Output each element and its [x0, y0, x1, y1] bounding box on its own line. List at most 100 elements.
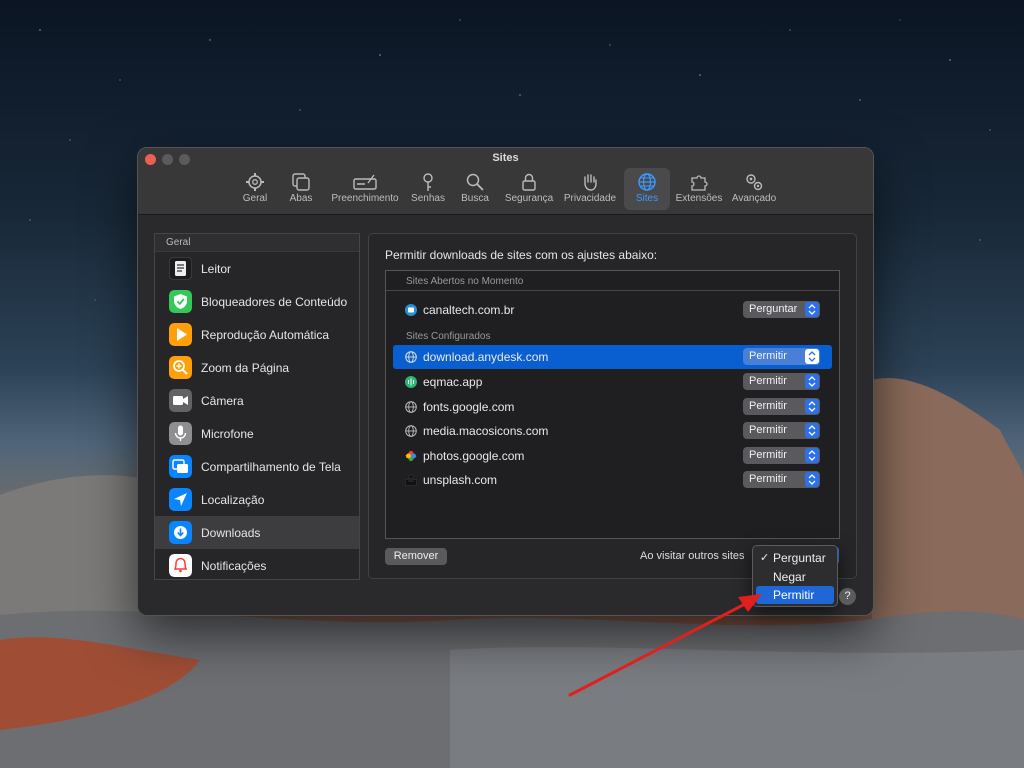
- help-button[interactable]: ?: [839, 588, 856, 605]
- site-permission-popup[interactable]: Permitir: [743, 422, 820, 439]
- tab-label: Geral: [242, 193, 268, 204]
- sidebar-item-zoom[interactable]: Zoom da Página: [155, 351, 359, 384]
- hand-icon: [584, 174, 597, 191]
- screen-share-icon: [169, 455, 192, 478]
- tab-label: Abas: [289, 193, 313, 204]
- popup-value: Permitir: [749, 350, 787, 362]
- section-open-sites-label: Sites Abertos no Momento: [406, 276, 524, 287]
- site-row-photos-google[interactable]: photos.google.com Permitir: [393, 444, 832, 468]
- menu-item-permitir[interactable]: Permitir: [756, 586, 834, 604]
- tab-abas[interactable]: Abas: [282, 168, 320, 210]
- tab-busca[interactable]: Busca: [456, 168, 494, 210]
- reader-icon: [169, 257, 192, 280]
- sidebar-item-camera[interactable]: Câmera: [155, 384, 359, 417]
- sidebar-item-leitor[interactable]: Leitor: [155, 252, 359, 285]
- sidebar-item-label: Zoom da Página: [201, 361, 290, 375]
- chevron-updown-icon: [805, 423, 819, 438]
- tab-label: Preenchimento: [331, 193, 399, 204]
- site-permission-popup[interactable]: Permitir: [743, 447, 820, 464]
- site-name: canaltech.com.br: [423, 303, 515, 317]
- site-permission-popup[interactable]: Permitir: [743, 348, 820, 365]
- site-name: fonts.google.com: [423, 400, 515, 414]
- site-permission-popup[interactable]: Perguntar: [743, 301, 820, 318]
- tab-seguranca[interactable]: Segurança: [502, 168, 556, 210]
- site-row-macosicons[interactable]: media.macosicons.com Permitir: [393, 419, 832, 443]
- chevron-updown-icon: [805, 448, 819, 463]
- tabs-icon: [292, 173, 310, 191]
- popup-value: Permitir: [749, 375, 787, 387]
- site-permission-popup[interactable]: Permitir: [743, 373, 820, 390]
- panel-heading: Permitir downloads de sites com os ajust…: [385, 248, 658, 262]
- sidebar-item-microfone[interactable]: Microfone: [155, 417, 359, 450]
- site-row-fonts-google[interactable]: fonts.google.com Permitir: [393, 395, 832, 419]
- globe-icon: [638, 173, 656, 191]
- location-icon: [169, 488, 192, 511]
- remove-button[interactable]: Remover: [385, 548, 447, 565]
- tab-senhas[interactable]: Senhas: [409, 168, 447, 210]
- menu-item-label: Permitir: [773, 588, 815, 602]
- sidebar-item-compartilhamento[interactable]: Compartilhamento de Tela: [155, 450, 359, 483]
- camera-icon: [169, 389, 192, 412]
- globe-icon: [405, 425, 417, 437]
- tab-label: Sites: [635, 193, 659, 204]
- key-icon: [423, 173, 433, 191]
- section-divider: [386, 290, 839, 291]
- tab-avancado[interactable]: Avançado: [730, 168, 778, 210]
- menu-item-negar[interactable]: Negar: [756, 568, 834, 586]
- other-sites-dropdown-menu: ✓ Perguntar Negar Permitir: [752, 545, 838, 607]
- popup-value: Permitir: [749, 449, 787, 461]
- site-permission-popup[interactable]: Permitir: [743, 398, 820, 415]
- sidebar-header: Geral: [155, 234, 359, 252]
- tab-label: Extensões: [675, 193, 723, 204]
- chevron-updown-icon: [805, 399, 819, 414]
- sidebar-item-notificacoes[interactable]: Notificações: [155, 549, 359, 579]
- sites-list: Sites Abertos no Momento canaltech.com.b…: [385, 270, 840, 539]
- sidebar-item-label: Leitor: [201, 262, 232, 276]
- popup-value: Perguntar: [749, 303, 798, 315]
- sidebar: Geral Leitor Bloqueadores de Conteúdo Re…: [154, 233, 360, 580]
- tab-privacidade[interactable]: Privacidade: [562, 168, 618, 210]
- toolbar: Sites Geral Abas Preenchimento Senhas Bu…: [138, 148, 873, 215]
- tab-sites[interactable]: Sites: [624, 168, 670, 210]
- sidebar-item-localizacao[interactable]: Localização: [155, 483, 359, 516]
- tab-preenchimento[interactable]: Preenchimento: [328, 168, 402, 210]
- autofill-icon: [353, 174, 377, 190]
- tab-geral[interactable]: Geral: [236, 168, 274, 210]
- downloads-settings-panel: Permitir downloads de sites com os ajust…: [368, 233, 857, 579]
- site-name: unsplash.com: [423, 473, 498, 487]
- gear-icon: [246, 173, 264, 191]
- menu-item-perguntar[interactable]: ✓ Perguntar: [756, 549, 834, 567]
- chevron-updown-icon: [805, 374, 819, 389]
- canaltech-icon: [405, 304, 417, 316]
- sidebar-item-label: Compartilhamento de Tela: [201, 460, 341, 474]
- globe-icon: [405, 401, 417, 413]
- sidebar-item-label: Câmera: [201, 394, 244, 408]
- popup-value: Permitir: [749, 424, 787, 436]
- tab-label: Busca: [461, 193, 489, 204]
- section-configured-sites-label: Sites Configurados: [406, 331, 491, 342]
- site-row-anydesk[interactable]: download.anydesk.com Permitir: [393, 345, 832, 369]
- tab-extensoes[interactable]: Extensões: [674, 168, 724, 210]
- tab-label: Senhas: [411, 193, 445, 204]
- sidebar-item-reproducao[interactable]: Reprodução Automática: [155, 318, 359, 351]
- gears-icon: [746, 174, 763, 191]
- sidebar-item-label: Localização: [201, 493, 265, 507]
- magnifier-icon: [466, 173, 484, 191]
- site-permission-popup[interactable]: Permitir: [743, 471, 820, 488]
- site-row-eqmac[interactable]: eqmac.app Permitir: [393, 370, 832, 394]
- sidebar-item-bloqueadores[interactable]: Bloqueadores de Conteúdo: [155, 285, 359, 318]
- sidebar-item-downloads[interactable]: Downloads: [155, 516, 359, 549]
- tab-label: Avançado: [731, 193, 777, 204]
- site-row-unsplash[interactable]: unsplash.com Permitir: [393, 468, 832, 492]
- download-icon: [169, 521, 192, 544]
- popup-value: Permitir: [749, 400, 787, 412]
- google-photos-icon: [405, 450, 417, 462]
- puzzle-icon: [691, 175, 708, 191]
- site-row-canaltech[interactable]: canaltech.com.br Perguntar: [393, 298, 832, 322]
- microphone-icon: [169, 422, 192, 445]
- window-title: Sites: [492, 152, 519, 164]
- lock-icon: [522, 173, 536, 191]
- chevron-updown-icon: [805, 302, 819, 317]
- site-name: eqmac.app: [423, 375, 483, 389]
- shield-check-icon: [169, 290, 192, 313]
